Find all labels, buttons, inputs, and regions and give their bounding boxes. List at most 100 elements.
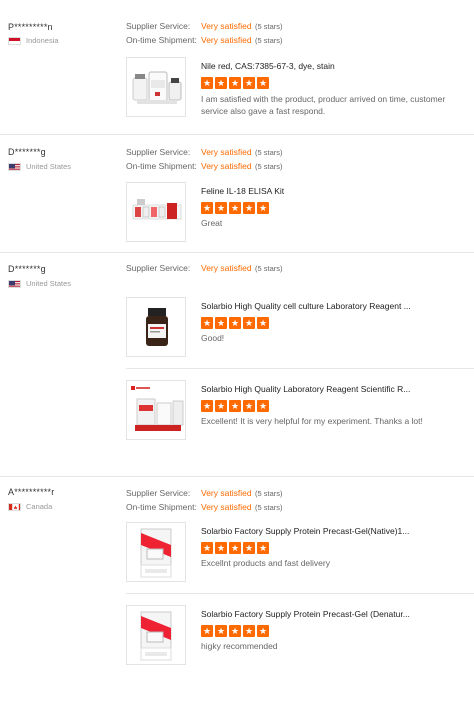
product-title[interactable]: Solarbio High Quality Laboratory Reagent…: [201, 384, 471, 394]
review-comment: Good!: [201, 333, 225, 343]
product-item[interactable]: Solarbio Factory Supply Protein Precast-…: [126, 605, 474, 665]
star-icon: ★: [243, 400, 255, 412]
product-title[interactable]: Solarbio Factory Supply Protein Precast-…: [201, 609, 471, 619]
canada-flag-icon: [8, 502, 21, 511]
ontime-shipment-label: On-time Shipment:: [126, 161, 197, 171]
buyer-country: Indonesia: [8, 36, 59, 45]
star-icon: ★: [215, 542, 227, 554]
product-thumbnail[interactable]: [126, 182, 186, 242]
star-icon: ★: [201, 317, 213, 329]
product-title[interactable]: Solarbio Factory Supply Protein Precast-…: [201, 526, 471, 536]
product-item[interactable]: Feline IL-18 ELISA Kit ★ ★ ★ ★ ★ Great: [126, 182, 474, 242]
supplier-service-value: Very satisfied: [201, 21, 252, 31]
ontime-shipment-value: Very satisfied: [201, 35, 252, 45]
star-rating: ★ ★ ★ ★ ★: [201, 317, 269, 329]
star-icon: ★: [229, 542, 241, 554]
supplier-service-stars: (5 stars): [255, 488, 283, 498]
star-icon: ★: [243, 317, 255, 329]
star-icon: ★: [243, 542, 255, 554]
product-title[interactable]: Feline IL-18 ELISA Kit: [201, 186, 471, 196]
star-icon: ★: [215, 625, 227, 637]
product-thumbnail[interactable]: [126, 57, 186, 117]
star-icon: ★: [243, 202, 255, 214]
product-thumbnail[interactable]: [126, 297, 186, 357]
star-icon: ★: [201, 400, 213, 412]
star-rating: ★ ★ ★ ★ ★: [201, 77, 269, 89]
usa-flag-icon: [8, 162, 21, 171]
country-name: United States: [26, 162, 72, 171]
star-rating: ★ ★ ★ ★ ★: [201, 400, 269, 412]
usa-flag-icon: [8, 279, 21, 288]
review-comment: Great: [201, 218, 223, 228]
review-comment: higky recommended: [201, 641, 278, 651]
star-icon: ★: [215, 202, 227, 214]
ontime-shipment-rating: On-time Shipment: Very satisfied (5 star…: [126, 502, 283, 512]
ontime-shipment-value: Very satisfied: [201, 161, 252, 171]
review-comment: Excellent! It is very helpful for my exp…: [201, 416, 423, 426]
product-item[interactable]: Nile red, CAS:7385-67-3, dye, stain ★ ★ …: [126, 57, 474, 117]
ontime-shipment-stars: (5 stars): [255, 35, 283, 45]
review-divider: [0, 476, 474, 477]
star-rating: ★ ★ ★ ★ ★: [201, 202, 269, 214]
star-icon: ★: [243, 77, 255, 89]
star-icon: ★: [201, 77, 213, 89]
star-icon: ★: [257, 317, 269, 329]
product-title[interactable]: Nile red, CAS:7385-67-3, dye, stain: [201, 61, 471, 71]
buyer-country: United States: [8, 162, 71, 171]
star-icon: ★: [201, 625, 213, 637]
star-rating: ★ ★ ★ ★ ★: [201, 542, 269, 554]
star-icon: ★: [229, 202, 241, 214]
country-name: Canada: [26, 502, 53, 511]
product-item[interactable]: Solarbio High Quality Laboratory Reagent…: [126, 380, 474, 440]
supplier-service-label: Supplier Service:: [126, 21, 191, 31]
supplier-service-label: Supplier Service:: [126, 488, 191, 498]
ontime-shipment-label: On-time Shipment:: [126, 502, 197, 512]
supplier-service-stars: (5 stars): [255, 263, 283, 273]
supplier-service-rating: Supplier Service: Very satisfied (5 star…: [126, 147, 283, 157]
star-icon: ★: [201, 202, 213, 214]
star-icon: ★: [201, 542, 213, 554]
buyer-name: P*********n: [8, 22, 53, 32]
star-icon: ★: [243, 625, 255, 637]
product-divider: [126, 593, 474, 594]
star-icon: ★: [257, 542, 269, 554]
buyer-country: Canada: [8, 502, 52, 511]
star-icon: ★: [229, 625, 241, 637]
ontime-shipment-stars: (5 stars): [255, 161, 283, 171]
buyer-country: United States: [8, 279, 71, 288]
star-icon: ★: [229, 400, 241, 412]
supplier-service-label: Supplier Service:: [126, 263, 191, 273]
product-title[interactable]: Solarbio High Quality cell culture Labor…: [201, 301, 471, 311]
star-icon: ★: [215, 400, 227, 412]
star-icon: ★: [215, 77, 227, 89]
ontime-shipment-stars: (5 stars): [255, 502, 283, 512]
country-name: United States: [26, 279, 72, 288]
star-icon: ★: [257, 625, 269, 637]
star-icon: ★: [229, 317, 241, 329]
supplier-service-rating: Supplier Service: Very satisfied (5 star…: [126, 21, 283, 31]
supplier-service-value: Very satisfied: [201, 263, 252, 273]
product-item[interactable]: Solarbio Factory Supply Protein Precast-…: [126, 522, 474, 582]
product-thumbnail[interactable]: [126, 380, 186, 440]
product-thumbnail[interactable]: [126, 522, 186, 582]
ontime-shipment-value: Very satisfied: [201, 502, 252, 512]
product-item[interactable]: Solarbio High Quality cell culture Labor…: [126, 297, 474, 357]
ontime-shipment-rating: On-time Shipment: Very satisfied (5 star…: [126, 161, 283, 171]
indonesia-flag-icon: [8, 36, 21, 45]
buyer-name: D*******g: [8, 147, 46, 157]
supplier-service-label: Supplier Service:: [126, 147, 191, 157]
review-comment: Excellnt products and fast delivery: [201, 558, 330, 568]
country-name: Indonesia: [26, 36, 59, 45]
star-icon: ★: [257, 77, 269, 89]
supplier-service-rating: Supplier Service: Very satisfied (5 star…: [126, 488, 283, 498]
star-icon: ★: [257, 400, 269, 412]
supplier-service-rating: Supplier Service: Very satisfied (5 star…: [126, 263, 283, 273]
review-divider: [0, 134, 474, 135]
star-icon: ★: [257, 202, 269, 214]
supplier-service-stars: (5 stars): [255, 147, 283, 157]
buyer-name: D*******g: [8, 264, 46, 274]
product-thumbnail[interactable]: [126, 605, 186, 665]
product-divider: [126, 368, 474, 369]
star-icon: ★: [215, 317, 227, 329]
supplier-service-value: Very satisfied: [201, 488, 252, 498]
